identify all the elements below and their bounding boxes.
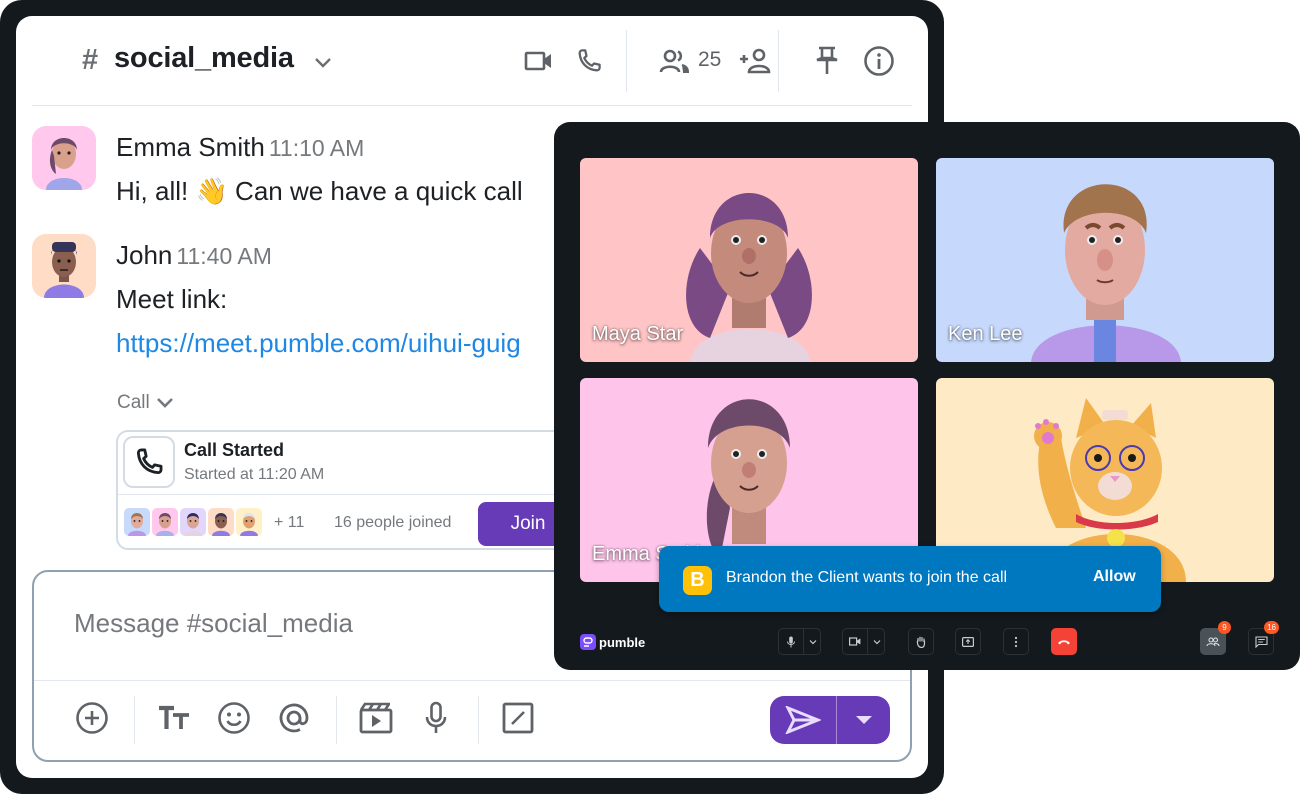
allow-button[interactable]: Allow [1093, 568, 1136, 586]
add-member-icon[interactable] [738, 44, 772, 78]
message-time: 11:40 AM [176, 243, 272, 269]
microphone-control [778, 628, 821, 655]
text-format-icon[interactable] [154, 698, 194, 738]
chevron-down-icon [156, 398, 173, 408]
raise-hand-button[interactable] [908, 628, 934, 655]
phone-call-icon[interactable] [572, 44, 606, 78]
participants-button[interactable]: 9 [1200, 621, 1231, 655]
hang-up-icon [1058, 639, 1070, 644]
call-card: Call Started Started at 11:20 AM + 11 16… [116, 430, 578, 550]
avatar-emma-smith[interactable] [32, 126, 96, 190]
author-name[interactable]: John [116, 240, 172, 270]
microphone-icon[interactable] [416, 698, 456, 738]
member-count[interactable]: 25 [698, 48, 721, 72]
message-time: 11:10 AM [268, 135, 365, 161]
raise-hand-icon [916, 636, 926, 648]
send-icon [785, 706, 821, 734]
header-divider [778, 30, 779, 92]
requester-avatar: B [683, 566, 712, 595]
video-tile[interactable]: Maya Star [580, 158, 918, 362]
more-options-button[interactable] [1003, 628, 1029, 655]
members-icon[interactable] [658, 44, 692, 78]
camera-options-icon[interactable] [868, 629, 886, 654]
extra-participants-count: + 11 [274, 514, 305, 531]
brand-name: pumble [599, 634, 646, 650]
more-vertical-icon [1014, 636, 1018, 647]
pin-icon[interactable] [810, 44, 844, 78]
emoji-icon[interactable] [214, 698, 254, 738]
pumble-logo: pumble [580, 634, 645, 650]
call-toggle-label: Call [117, 392, 150, 413]
info-icon[interactable] [862, 44, 896, 78]
participant-name: Ken Lee [948, 323, 1023, 345]
call-start-time: Started at 11:20 AM [184, 466, 325, 483]
toolbar-divider [336, 696, 337, 744]
chat-icon [1254, 635, 1268, 648]
join-request-toast: B Brandon the Client wants to join the c… [659, 546, 1161, 612]
participant-avatars[interactable] [124, 508, 262, 536]
call-toggle[interactable]: Call [117, 392, 174, 414]
screen-share-icon [962, 636, 974, 647]
toolbar-divider [478, 696, 479, 744]
author-name[interactable]: Emma Smith [116, 132, 265, 162]
channel-name[interactable]: social_media [114, 42, 294, 75]
message-text: Meet link: [116, 284, 228, 314]
send-options-button[interactable] [837, 696, 890, 744]
message-author[interactable]: John 11:40 AM [116, 240, 272, 271]
toolbar-divider [134, 696, 135, 744]
meeting-window: Maya Star Ken Lee Emma Smith B Brandon t… [554, 122, 1300, 670]
screen-share-button[interactable] [955, 628, 981, 655]
participant-mini-avatar [124, 508, 150, 536]
participant-mini-avatar [152, 508, 178, 536]
participants-count-badge: 9 [1218, 621, 1231, 634]
avatar-john[interactable] [32, 234, 96, 298]
camera-control [842, 628, 885, 655]
participants-icon [1206, 636, 1220, 646]
message-text: Hi, all! 👋 Can we have a quick call [116, 176, 523, 206]
camera-icon[interactable] [843, 629, 867, 654]
join-request-text: Brandon the Client wants to join the cal… [726, 569, 1008, 586]
chat-button[interactable]: 16 [1248, 621, 1279, 655]
microphone-options-icon[interactable] [804, 629, 822, 654]
call-card-divider [118, 494, 574, 495]
caret-down-icon [855, 716, 872, 724]
video-call-icon[interactable] [522, 44, 556, 78]
participant-mini-avatar [208, 508, 234, 536]
channel-hash-icon: # [82, 44, 99, 76]
media-icon[interactable] [356, 698, 396, 738]
add-icon[interactable] [72, 698, 112, 738]
call-title: Call Started [184, 440, 285, 460]
send-button[interactable] [770, 696, 836, 744]
channel-header: # social_media 25 [32, 16, 912, 106]
slash-command-icon[interactable] [498, 698, 538, 738]
phone-icon [123, 436, 175, 488]
header-divider [626, 30, 627, 92]
participant-name: Maya Star [592, 323, 684, 345]
composer-divider [34, 680, 910, 681]
participant-mini-avatar [180, 508, 206, 536]
chevron-down-icon[interactable] [312, 52, 334, 72]
message-author[interactable]: Emma Smith 11:10 AM [116, 132, 364, 163]
participant-mini-avatar [236, 508, 262, 536]
pumble-logo-icon [580, 634, 596, 650]
leave-call-button[interactable] [1051, 628, 1077, 655]
joined-count: 16 people joined [334, 514, 452, 531]
video-tile[interactable]: Ken Lee [936, 158, 1274, 362]
mention-icon[interactable] [274, 698, 314, 738]
microphone-icon[interactable] [779, 629, 803, 654]
send-button-group [770, 696, 890, 744]
chat-count-badge: 16 [1264, 621, 1279, 634]
meet-link[interactable]: https://meet.pumble.com/uihui-guig [116, 328, 521, 359]
